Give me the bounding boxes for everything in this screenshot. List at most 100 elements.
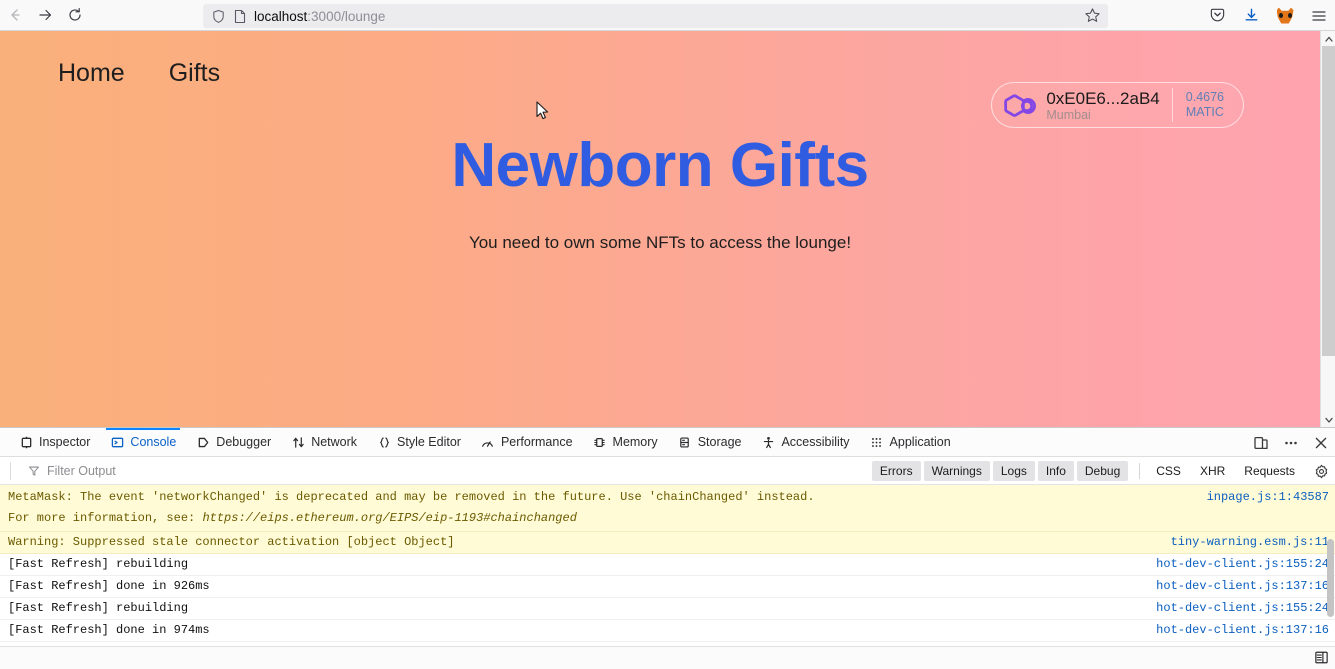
tab-application[interactable]: Application	[860, 428, 961, 456]
console-message-row[interactable]: MetaMask: The event 'networkChanged' is …	[0, 485, 1335, 532]
network-icon	[291, 435, 305, 449]
responsive-design-mode-button[interactable]	[1253, 435, 1269, 451]
split-console-icon	[1315, 651, 1328, 664]
pocket-button[interactable]	[1207, 6, 1227, 26]
browser-toolbar: localhost:3000/lounge	[0, 0, 1335, 31]
wallet-identity: 0xE0E6...2aB4 Mumbai	[1046, 89, 1171, 122]
console-icon	[110, 435, 124, 449]
download-icon	[1245, 8, 1257, 21]
console-message-source[interactable]: hot-dev-client.js:137:16	[1156, 620, 1329, 641]
console-scrollbar-thumb[interactable]	[1327, 539, 1334, 617]
forward-button[interactable]	[30, 1, 60, 29]
console-message-source[interactable]: hot-dev-client.js:137:16	[1156, 576, 1329, 597]
app-menu-button[interactable]	[1309, 6, 1329, 26]
tab-network[interactable]: Network	[281, 428, 367, 456]
site-navigation: Home Gifts	[0, 31, 1320, 88]
tab-accessibility-label: Accessibility	[781, 435, 850, 449]
accessibility-icon	[761, 435, 775, 449]
console-filter-input-wrap[interactable]: Filter Output	[10, 461, 116, 480]
page-title: Newborn Gifts	[451, 131, 869, 200]
filter-info-button[interactable]: Info	[1037, 461, 1074, 481]
tab-console[interactable]: Console	[100, 428, 186, 456]
nav-link-home[interactable]: Home	[58, 59, 125, 88]
filter-errors-button[interactable]: Errors	[871, 461, 921, 481]
hero-section: Newborn Gifts You need to own some NFTs …	[0, 133, 1320, 253]
filter-funnel-icon	[29, 466, 39, 476]
application-icon	[870, 435, 884, 449]
nav-link-gifts[interactable]: Gifts	[169, 59, 220, 88]
console-message-row[interactable]: [Fast Refresh] rebuilding hot-dev-client…	[0, 598, 1335, 620]
wallet-connect-badge[interactable]: 0xE0E6...2aB4 Mumbai 0.4676 MATIC	[991, 82, 1244, 128]
console-settings-button[interactable]	[1314, 464, 1329, 479]
filter-logs-button[interactable]: Logs	[992, 461, 1035, 481]
tab-storage-label: Storage	[697, 435, 742, 449]
browser-toolbar-right	[1207, 0, 1329, 31]
scrollbar-thumb[interactable]	[1322, 46, 1335, 356]
filter-xhr-button[interactable]: XHR	[1192, 461, 1233, 481]
url-host: localhost	[254, 8, 308, 24]
filter-css-button[interactable]: CSS	[1148, 461, 1189, 481]
tab-storage[interactable]: Storage	[668, 428, 752, 456]
tab-memory[interactable]: Memory	[583, 428, 668, 456]
console-message-row[interactable]: [Fast Refresh] done in 974ms hot-dev-cli…	[0, 620, 1335, 642]
devtools-grip	[0, 428, 9, 456]
console-output[interactable]: MetaMask: The event 'networkChanged' is …	[0, 485, 1335, 646]
tab-inspector[interactable]: Inspector	[9, 428, 100, 456]
page-content: Home Gifts 0xE0E6...2aB4 Mumbai 0.4676 M…	[0, 31, 1320, 427]
wallet-balance-amount: 0.4676	[1185, 90, 1224, 104]
console-scrollbar[interactable]	[1326, 485, 1335, 646]
devtools-more-options-button[interactable]	[1283, 435, 1299, 451]
bookmark-star-button[interactable]	[1084, 7, 1101, 29]
console-message-text: [Fast Refresh] done in 974ms	[8, 623, 210, 637]
downloads-button[interactable]	[1241, 6, 1261, 26]
page-scrollbar[interactable]	[1320, 31, 1335, 427]
tab-debugger-label: Debugger	[216, 435, 272, 449]
address-bar[interactable]: localhost:3000/lounge	[203, 4, 1108, 28]
filter-warnings-button[interactable]: Warnings	[923, 461, 990, 481]
wallet-network: Mumbai	[1046, 107, 1091, 122]
storage-icon	[678, 435, 692, 449]
tab-performance[interactable]: Performance	[471, 428, 583, 456]
tab-debugger[interactable]: Debugger	[186, 428, 281, 456]
split-console-button[interactable]	[1314, 650, 1329, 665]
console-message-source[interactable]: tiny-warning.esm.js:11	[1171, 532, 1329, 553]
reload-icon	[69, 8, 81, 21]
wallet-address: 0xE0E6...2aB4	[1046, 88, 1160, 108]
console-message-source[interactable]: hot-dev-client.js:155:24	[1156, 554, 1329, 575]
filter-separator	[1139, 463, 1141, 479]
tab-network-label: Network	[311, 435, 358, 449]
pocket-icon	[1210, 8, 1224, 22]
hamburger-menu-icon	[1312, 10, 1326, 21]
console-message-row[interactable]: [Fast Refresh] rebuilding hot-dev-client…	[0, 554, 1335, 576]
scroll-up-arrow[interactable]	[1321, 31, 1335, 46]
console-message-row[interactable]: Warning: Suppressed stale connector acti…	[0, 532, 1335, 554]
devtools-toolbar-actions	[1253, 428, 1329, 457]
tab-console-label: Console	[130, 435, 177, 449]
devtools-close-button[interactable]	[1313, 435, 1329, 451]
url-path: :3000/lounge	[307, 8, 386, 24]
wallet-balance: 0.4676 MATIC	[1173, 90, 1237, 120]
console-filter-input[interactable]: Filter Output	[47, 464, 116, 478]
console-message-source[interactable]: inpage.js:1:43587	[1207, 487, 1329, 508]
filter-requests-button[interactable]: Requests	[1236, 461, 1303, 481]
devtools-footer	[0, 646, 1335, 669]
tab-accessibility[interactable]: Accessibility	[751, 428, 859, 456]
back-button[interactable]	[0, 1, 30, 29]
shield-icon[interactable]	[211, 9, 226, 24]
more-options-icon	[1285, 441, 1297, 444]
metamask-extension-button[interactable]	[1275, 6, 1295, 26]
console-message-source[interactable]: hot-dev-client.js:155:24	[1156, 598, 1329, 619]
tab-inspector-label: Inspector	[39, 435, 91, 449]
filter-debug-button[interactable]: Debug	[1076, 461, 1129, 481]
console-message-link[interactable]: https://eips.ethereum.org/EIPS/eip-1193#…	[202, 511, 576, 525]
mouse-cursor	[536, 101, 549, 120]
tab-performance-label: Performance	[500, 435, 573, 449]
web-page-viewport: Home Gifts 0xE0E6...2aB4 Mumbai 0.4676 M…	[0, 31, 1335, 427]
tab-memory-label: Memory	[612, 435, 658, 449]
page-doc-icon[interactable]	[233, 9, 247, 24]
console-message-row[interactable]: [Fast Refresh] done in 926ms hot-dev-cli…	[0, 576, 1335, 598]
tab-style-editor[interactable]: Style Editor	[367, 428, 471, 456]
scroll-down-arrow[interactable]	[1321, 412, 1335, 427]
back-arrow-icon	[11, 9, 20, 21]
reload-button[interactable]	[60, 1, 90, 29]
